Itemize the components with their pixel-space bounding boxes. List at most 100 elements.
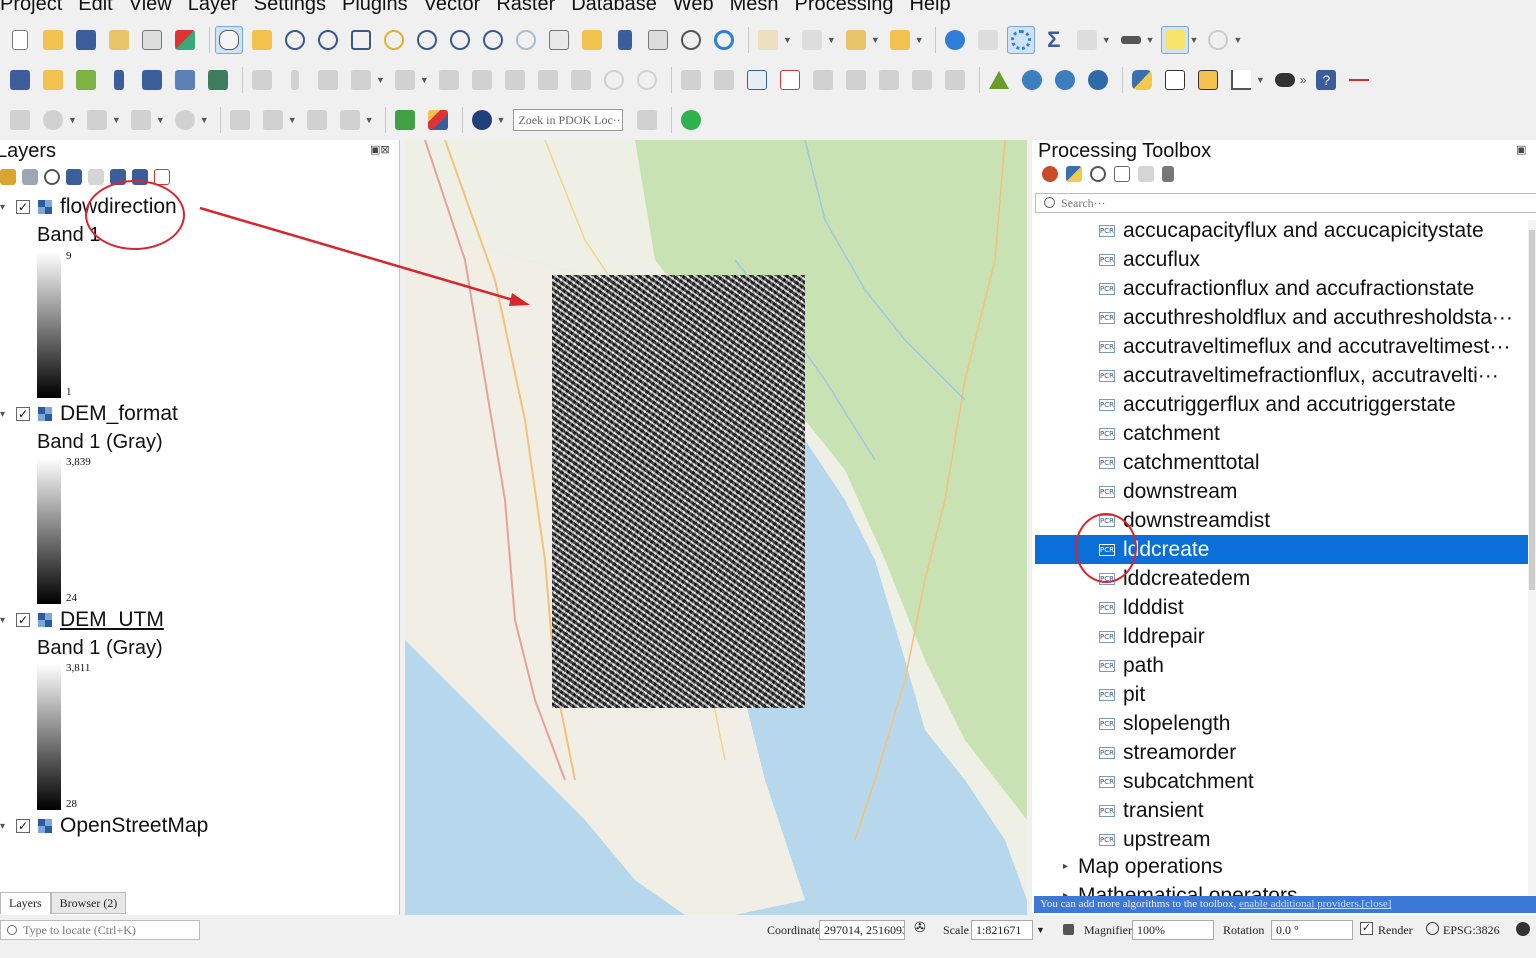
algorithm-item[interactable]: PCR downstream [1035,477,1529,506]
show-bookmarks-button[interactable] [644,26,672,54]
algorithm-group[interactable]: ▸ Map operations [1035,852,1223,881]
select-features-button[interactable] [754,26,782,54]
open-attribute-table-button[interactable] [1073,26,1101,54]
menu-processing[interactable]: Processing [787,0,902,20]
algorithm-item[interactable]: PCR slopelength [1035,709,1529,738]
zoom-native-button[interactable] [446,26,474,54]
diagram-tool-button[interactable] [710,66,738,94]
python-icon[interactable] [1066,166,1082,182]
algorithm-item[interactable]: PCR accutriggerflux and accutriggerstate [1035,390,1529,419]
new-print-layout-button[interactable] [105,26,133,54]
layer-row-openstreetmap[interactable]: ▾ ✓ OpenStreetMap [0,813,208,839]
show-hide-labels-button[interactable] [842,66,870,94]
shape-tool-button[interactable] [39,106,67,134]
globe-button[interactable] [1018,66,1046,94]
zoom-out-button[interactable] [314,26,342,54]
results-icon[interactable] [1114,166,1130,182]
layer-visibility-checkbox[interactable]: ✓ [16,613,30,627]
temporal-controller-button[interactable] [677,26,705,54]
chevron-down-icon[interactable]: ▼ [156,115,165,125]
layer-visibility-checkbox[interactable]: ✓ [16,819,30,833]
georeferencer-button[interactable] [985,66,1013,94]
layer-name[interactable]: DEM_format [60,402,178,426]
tab-layers[interactable]: Layers [0,892,51,914]
chevron-down-icon[interactable]: ▾ [0,615,10,626]
close-info-link[interactable]: [close] [1362,898,1392,910]
select-location-button[interactable] [886,26,914,54]
wrench-icon[interactable] [1162,166,1174,182]
crs-button[interactable]: EPSG:3826 [1443,923,1500,938]
locator-button[interactable] [1204,26,1232,54]
add-group-icon[interactable] [22,169,38,185]
algorithm-item[interactable]: PCR accuflux [1035,245,1529,274]
profile-tool-button[interactable] [1227,66,1255,94]
chevron-down-icon[interactable]: ▼ [497,115,506,125]
circle-tool-button[interactable] [171,106,199,134]
identify-button[interactable] [941,26,969,54]
chevron-down-icon[interactable]: ▼ [827,35,836,45]
style-layer-icon[interactable] [0,169,16,185]
rotation-field[interactable]: 0.0 ° [1271,920,1353,940]
plugin-button-2[interactable] [1194,66,1222,94]
menu-database[interactable]: Database [563,0,665,20]
binoculars-button[interactable] [1271,66,1299,94]
algorithm-item[interactable]: PCR catchmenttotal [1035,448,1529,477]
crosshair-button[interactable] [1345,66,1373,94]
globe-search-button[interactable] [1051,66,1079,94]
menu-web[interactable]: Web [665,0,722,20]
layer-row-dem-format[interactable]: ▾ ✓ DEM_format [0,401,178,427]
panel-float-close-icon[interactable]: ▣⊠ [370,143,390,156]
new-layer-button[interactable] [39,66,67,94]
menu-edit[interactable]: Edit [70,0,120,20]
zoom-to-layer-button[interactable] [413,26,441,54]
open-project-button[interactable] [39,26,67,54]
delete-selected-button[interactable] [468,66,496,94]
simplify-feature-button[interactable] [303,106,331,134]
zoom-in-button[interactable] [281,26,309,54]
bookmark-button[interactable] [611,26,639,54]
pan-to-selection-button[interactable] [248,26,276,54]
menu-view[interactable]: View [121,0,180,20]
chevron-down-icon[interactable]: ▼ [376,75,385,85]
undo-button[interactable] [600,66,628,94]
zoom-last-button[interactable] [479,26,507,54]
modify-attributes-button[interactable] [435,66,463,94]
globe-settings-button[interactable] [1084,66,1112,94]
pdok-clear-button[interactable] [633,106,661,134]
zoom-next-button[interactable] [512,26,540,54]
menu-plugins[interactable]: Plugins [334,0,416,20]
toggle-editing-button[interactable] [248,66,276,94]
chevron-down-icon[interactable]: ▼ [915,35,924,45]
move-label-button[interactable] [875,66,903,94]
rotate-feature-button[interactable] [259,106,287,134]
attribute-table-button[interactable] [974,26,1002,54]
cut-features-button[interactable] [501,66,529,94]
tab-browser[interactable]: Browser (2) [50,892,127,914]
more-toolbar-icon[interactable]: » [1300,73,1307,87]
new-3d-view-button[interactable] [578,26,606,54]
add-mesh-layer-button[interactable] [171,66,199,94]
algorithm-item[interactable]: PCR accutraveltimefractionflux, accutrave… [1035,361,1529,390]
coordinate-toggle-icon[interactable]: ✇ [914,920,926,937]
layer-row-dem-utm[interactable]: ▾ ✓ DEM_UTM [0,607,164,633]
algorithm-item[interactable]: PCR accucapacityflux and accucapicitystat… [1035,216,1529,245]
lock-scale-icon[interactable] [1063,924,1074,935]
zoom-to-selection-button[interactable] [380,26,408,54]
regular-polygon-button[interactable] [83,106,111,134]
add-wms-layer-button[interactable] [138,66,166,94]
chevron-down-icon[interactable]: ▾ [0,202,10,213]
redo-button[interactable] [633,66,661,94]
algorithm-item[interactable]: PCR path [1035,651,1529,680]
pdok-locator-button[interactable] [468,106,496,134]
messages-icon[interactable] [1516,922,1530,936]
layer-labeling-button[interactable] [743,66,771,94]
layout-manager-button[interactable] [138,26,166,54]
pin-labels-button[interactable] [809,66,837,94]
rectangle-tool-button[interactable] [127,106,155,134]
layer-diagram-button[interactable] [776,66,804,94]
menu-vector[interactable]: Vector [416,0,489,20]
menu-settings[interactable]: Settings [246,0,334,20]
scale-field[interactable]: 1:821671 [971,920,1033,940]
chevron-down-icon[interactable]: ▼ [68,115,77,125]
chevron-down-icon[interactable]: ▾ [0,409,10,420]
